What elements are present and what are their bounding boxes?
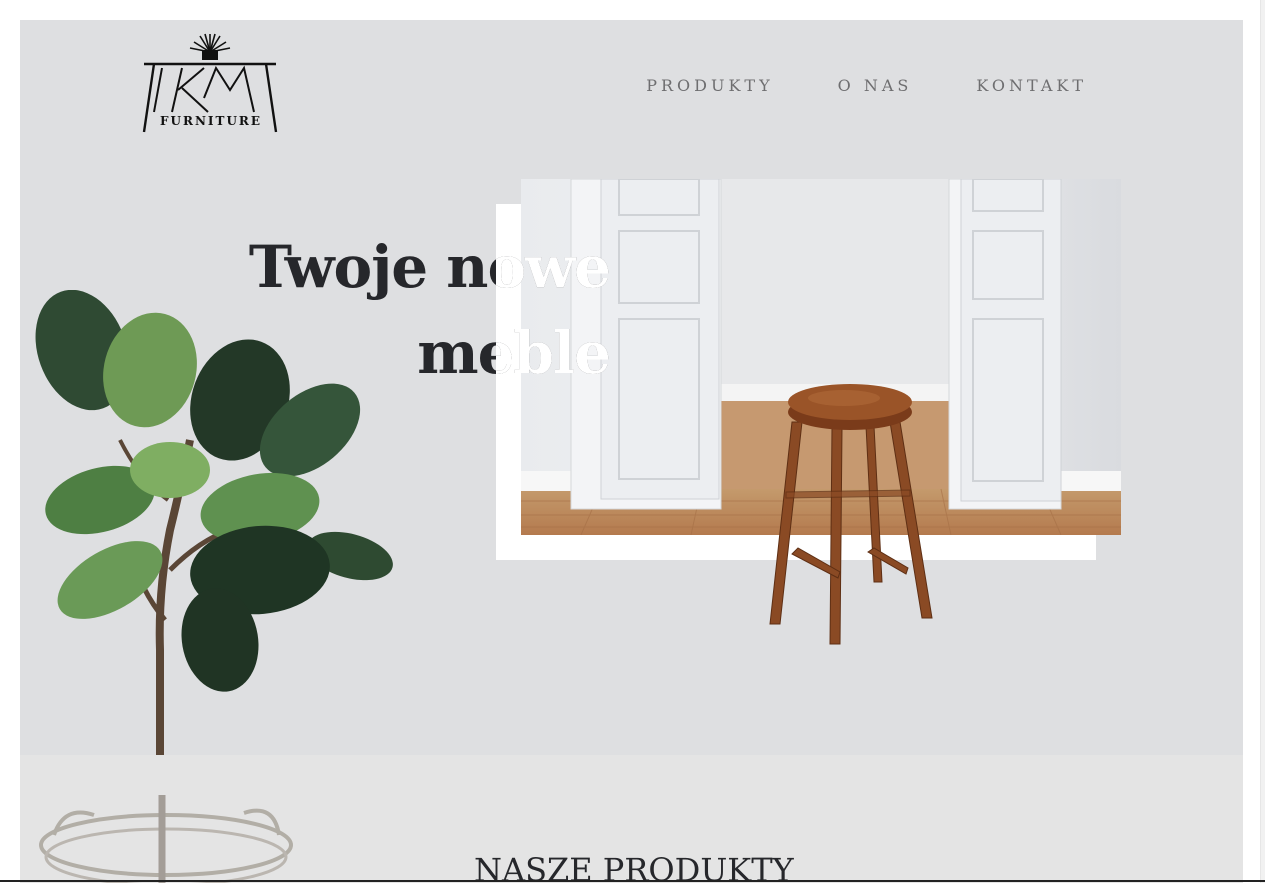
nav-link-o-nas[interactable]: O NAS — [838, 76, 913, 95]
nav-link-produkty[interactable]: PRODUKTY — [646, 76, 773, 95]
wooden-stool-image — [740, 372, 940, 652]
main-nav: PRODUKTY O NAS KONTAKT — [646, 76, 1087, 95]
fiddle-leaf-plant-image — [20, 289, 400, 755]
scrollbar[interactable] — [1260, 0, 1265, 883]
products-section-title: NASZE PRODUKTY — [474, 851, 794, 883]
products-section: NASZE PRODUKTY — [20, 755, 1243, 883]
nav-link-kontakt[interactable]: KONTAKT — [976, 76, 1087, 95]
brand-logo[interactable]: FURNITURE — [142, 32, 278, 140]
hero-section: FURNITURE PRODUKTY O NAS KONTAKT Twoje n… — [20, 20, 1243, 755]
bottom-divider — [0, 880, 1265, 882]
page: FURNITURE PRODUKTY O NAS KONTAKT Twoje n… — [0, 0, 1265, 883]
logo-wordmark: FURNITURE — [160, 114, 263, 128]
woven-basket-image — [34, 795, 299, 883]
